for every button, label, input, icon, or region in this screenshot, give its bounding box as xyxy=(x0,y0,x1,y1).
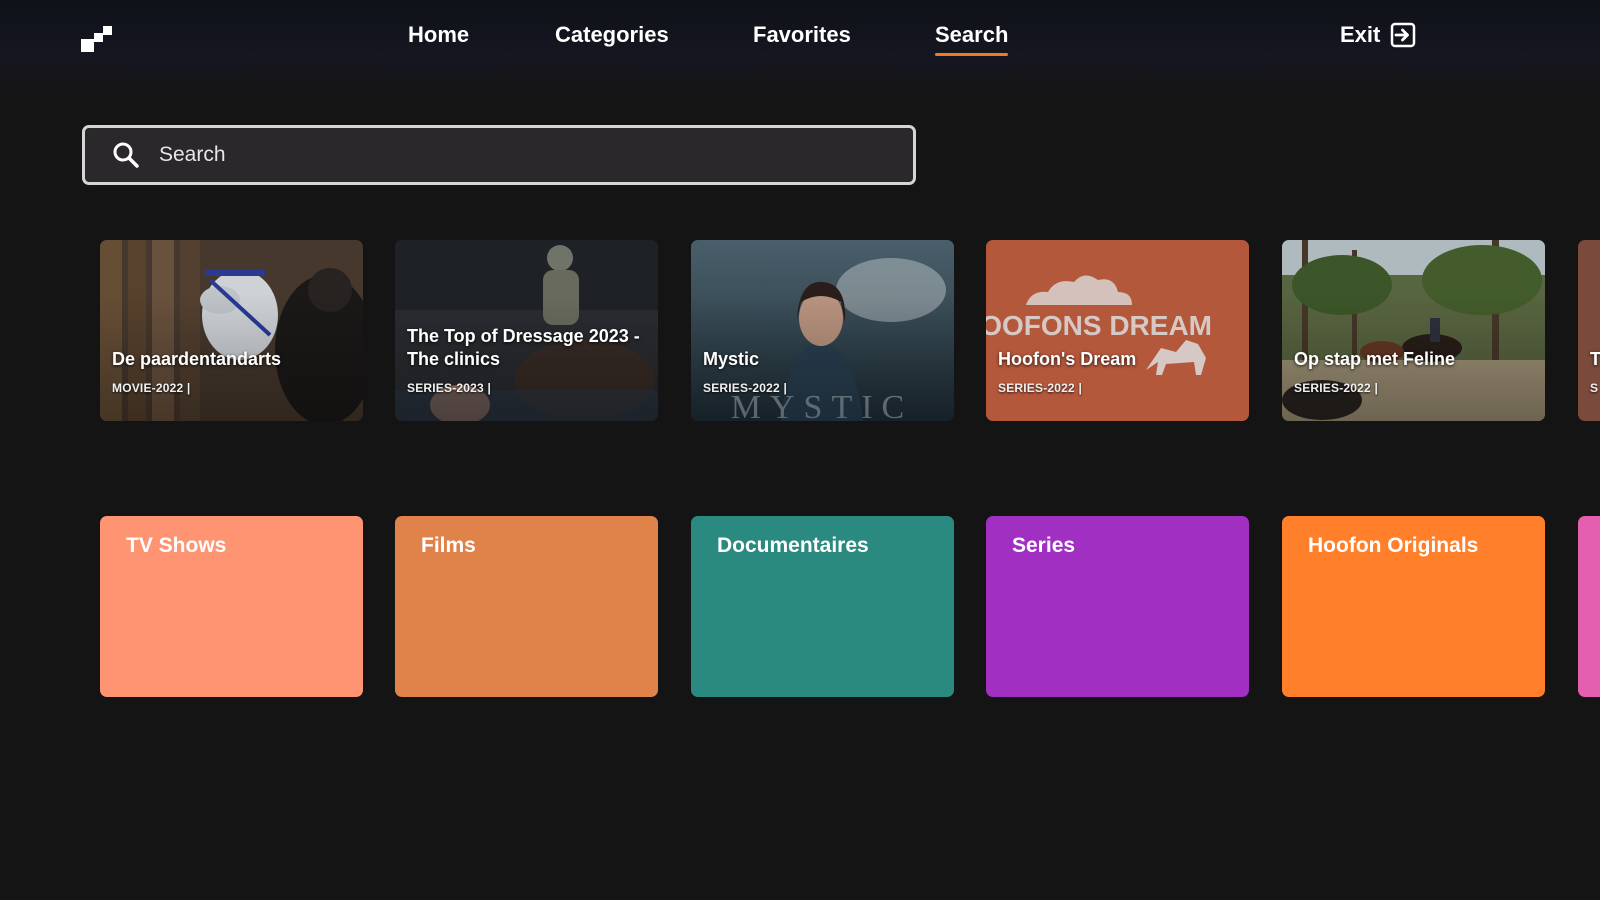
category-label: Hoofon Originals xyxy=(1308,534,1479,557)
app-logo-icon[interactable] xyxy=(80,24,114,54)
app-root: Home Categories Favorites Search Exit Se… xyxy=(0,0,1600,900)
exit-button[interactable]: Exit xyxy=(1340,22,1416,48)
result-title: T xyxy=(1590,349,1600,369)
result-meta: SERIES-2022 | xyxy=(1294,381,1378,395)
result-title: Hoofon's Dream xyxy=(998,349,1137,369)
result-card-partial[interactable]: T S xyxy=(1578,240,1600,421)
search-icon xyxy=(113,142,139,168)
result-card[interactable]: De paardentandarts MOVIE-2022 | xyxy=(100,240,363,421)
result-title: Mystic xyxy=(703,349,760,369)
exit-label: Exit xyxy=(1340,22,1381,47)
category-hoofon-originals[interactable]: Hoofon Originals xyxy=(1282,516,1545,697)
nav-search[interactable]: Search xyxy=(935,22,1009,56)
categories-row: TV Shows Films Documentaires Series Hoof… xyxy=(0,516,1600,699)
category-partial[interactable] xyxy=(1578,516,1600,697)
category-label: TV Shows xyxy=(126,534,227,557)
top-navigation-bar: Home Categories Favorites Search Exit xyxy=(0,0,1600,95)
result-title: De paardentandarts xyxy=(112,349,282,369)
result-meta: SERIES-2022 | xyxy=(998,381,1082,395)
result-card[interactable]: The Top of Dressage 2023 - The clinics S… xyxy=(395,240,658,421)
result-meta: SERIES-2023 | xyxy=(407,381,491,395)
result-meta: MOVIE-2022 | xyxy=(112,381,191,395)
result-meta: S xyxy=(1590,381,1599,395)
poster-logo-text: HOOFONS DREAM xyxy=(986,310,1212,341)
result-card[interactable]: HOOFONS DREAM Hoofon's Dream SERIES-2022… xyxy=(986,240,1249,421)
category-series[interactable]: Series xyxy=(986,516,1249,697)
search-input[interactable] xyxy=(157,142,861,168)
result-title: Op stap met Feline xyxy=(1294,349,1456,369)
nav-categories[interactable]: Categories xyxy=(555,22,669,48)
search-box[interactable] xyxy=(82,125,916,185)
category-label: Series xyxy=(1012,534,1076,557)
result-title: The Top of Dressage 2023 - The clinics xyxy=(407,326,640,369)
category-label: Films xyxy=(421,534,476,557)
results-row: De paardentandarts MOVIE-2022 | The Top … xyxy=(0,240,1600,423)
nav-favorites[interactable]: Favorites xyxy=(753,22,851,48)
result-card[interactable]: Op stap met Feline SERIES-2022 | xyxy=(1282,240,1545,421)
exit-icon xyxy=(1391,22,1416,48)
category-label: Documentaires xyxy=(717,534,869,557)
result-meta: SERIES-2022 | xyxy=(703,381,787,395)
category-films[interactable]: Films xyxy=(395,516,658,697)
nav-home[interactable]: Home xyxy=(408,22,469,48)
result-card[interactable]: MYSTIC Mystic SERIES-2022 | xyxy=(691,240,954,421)
category-tv-shows[interactable]: TV Shows xyxy=(100,516,363,697)
category-documentaires[interactable]: Documentaires xyxy=(691,516,954,697)
